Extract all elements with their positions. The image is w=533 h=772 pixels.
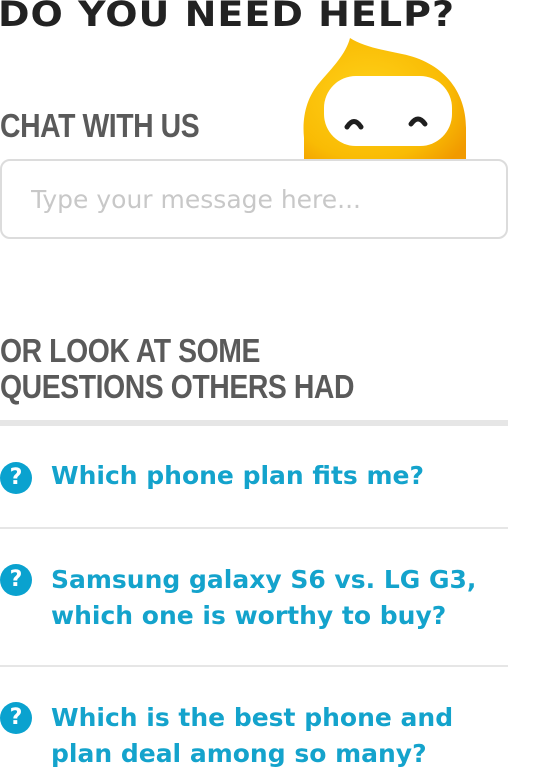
faq-question-link[interactable]: Which phone plan fits me? xyxy=(51,458,521,494)
question-icon: ? xyxy=(0,462,32,494)
faq-question-link[interactable]: Which is the best phone and plan deal am… xyxy=(51,700,521,772)
faq-section-label: OR LOOK AT SOME QUESTIONS OTHERS HAD xyxy=(0,332,355,405)
question-icon: ? xyxy=(0,702,32,734)
page-title: DO YOU NEED HELP? xyxy=(0,0,455,35)
chat-label: CHAT WITH US xyxy=(0,107,200,144)
section-divider xyxy=(0,420,508,426)
mascot-blob-icon xyxy=(302,38,468,160)
chat-message-input[interactable] xyxy=(0,159,508,239)
question-icon: ? xyxy=(0,564,32,596)
divider xyxy=(0,665,508,667)
divider xyxy=(0,527,508,529)
faq-question-link[interactable]: Samsung galaxy S6 vs. LG G3, which one i… xyxy=(51,562,521,634)
